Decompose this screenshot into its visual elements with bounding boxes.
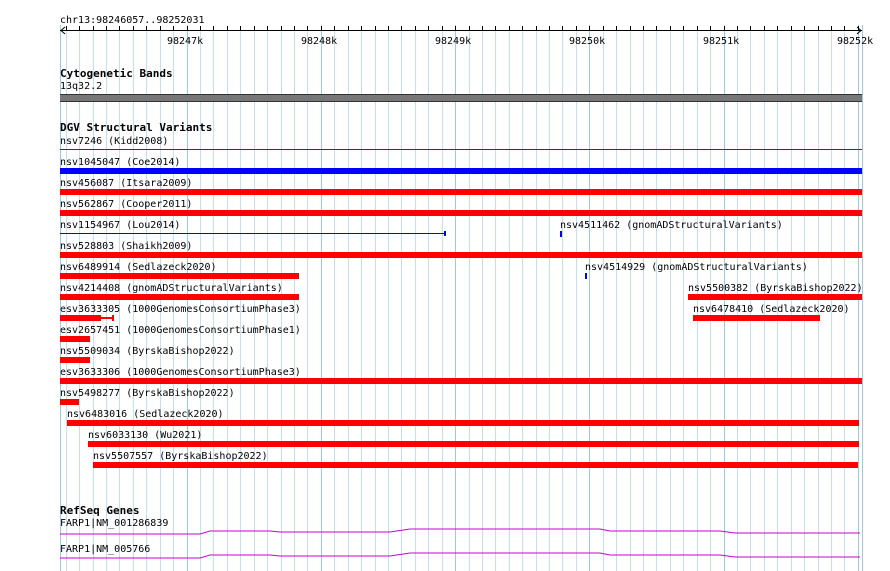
gene-models — [60, 528, 860, 559]
genome-browser: chr13:98246057..98252031 98247k 98248k 9… — [0, 0, 890, 571]
gene-model-nm-001286839[interactable] — [60, 528, 860, 535]
gene-model-nm-005766[interactable] — [60, 552, 860, 559]
